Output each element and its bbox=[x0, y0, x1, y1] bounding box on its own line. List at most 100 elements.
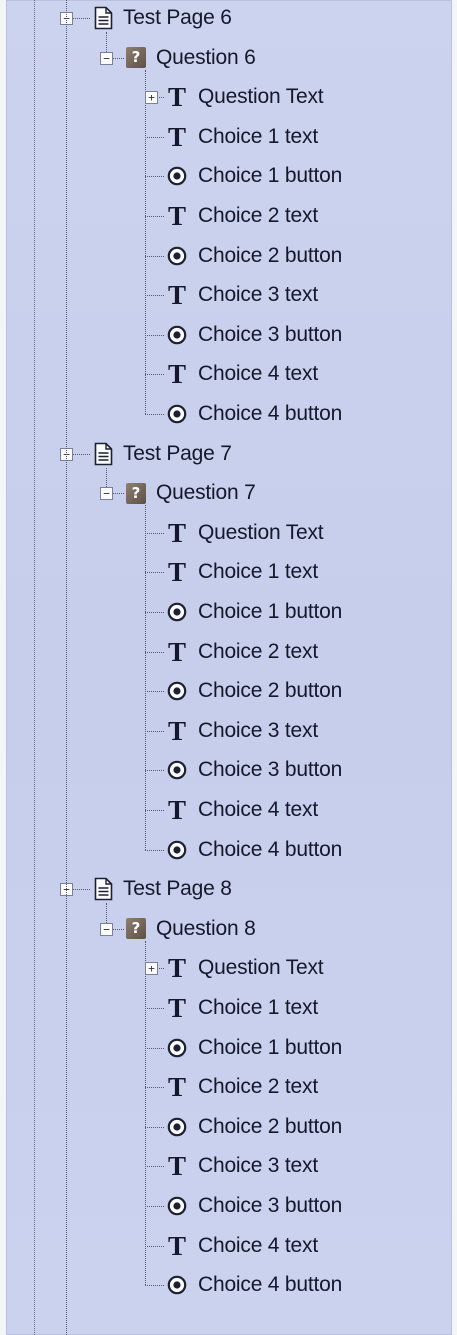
tree-item-text-field-label: Question Text bbox=[198, 956, 324, 980]
radio-button-icon bbox=[166, 165, 188, 187]
question-icon: ? bbox=[126, 47, 146, 69]
expand-toggle[interactable]: + bbox=[145, 91, 158, 105]
tree-connector-line bbox=[145, 505, 146, 850]
tree-item-text-field-label: Choice 2 text bbox=[198, 639, 318, 663]
tree-item-radio-button-label: Choice 2 button bbox=[198, 679, 343, 703]
tree-connector-line bbox=[145, 374, 164, 376]
tree-item-radio-button[interactable]: Choice 1 button bbox=[166, 594, 342, 630]
tree-connector-line bbox=[145, 414, 164, 415]
tree-item-radio-button[interactable]: Choice 2 button bbox=[166, 1109, 342, 1145]
radio-button-icon bbox=[166, 759, 188, 781]
text-icon: T bbox=[167, 517, 186, 548]
tree-item-radio-button[interactable]: Choice 2 button bbox=[166, 673, 342, 709]
tree-item-text-field-label: Choice 4 text bbox=[198, 362, 318, 386]
tree-item-text-field-label: Choice 4 text bbox=[198, 798, 318, 821]
tree-connector-line bbox=[145, 1166, 164, 1168]
tree-item-text-field-label: Choice 4 text bbox=[198, 1233, 318, 1257]
tree-item-text-field[interactable]: T Choice 3 text bbox=[166, 1148, 318, 1184]
tree-connector-line bbox=[66, 0, 67, 1335]
tree-item-text-field-label: Choice 3 text bbox=[198, 283, 318, 307]
tree-item-radio-button[interactable]: Choice 1 button bbox=[166, 1030, 342, 1066]
tree-item-text-field[interactable]: T Choice 2 text bbox=[166, 1069, 318, 1105]
tree-connector-line bbox=[145, 69, 146, 414]
tree-item-radio-button[interactable]: Choice 4 button bbox=[166, 832, 342, 868]
tree-item-radio-button[interactable]: Choice 4 button bbox=[166, 396, 342, 432]
tree-item-radio-button[interactable]: Choice 4 button bbox=[166, 1267, 342, 1303]
tree-item-page[interactable]: Test Page 6 bbox=[94, 0, 232, 36]
tree-item-text-field-label: Choice 2 text bbox=[198, 204, 318, 227]
tree-item-text-field[interactable]: T Choice 2 text bbox=[166, 634, 318, 670]
tree-connector-line bbox=[145, 810, 164, 811]
tree-item-text-field[interactable]: T Question Text bbox=[166, 950, 324, 986]
collapse-toggle[interactable]: − bbox=[100, 487, 113, 501]
text-icon: T bbox=[167, 201, 186, 231]
tree-connector-line bbox=[145, 651, 164, 653]
tree-item-text-field[interactable]: T Choice 4 text bbox=[166, 792, 318, 828]
question-icon: ? bbox=[126, 918, 146, 940]
radio-button-icon bbox=[166, 324, 188, 346]
tree-item-radio-button[interactable]: Choice 3 button bbox=[166, 1188, 342, 1224]
tree-item-question-label: Question 6 bbox=[156, 45, 256, 69]
tree-item-page[interactable]: Test Page 7 bbox=[94, 436, 232, 472]
tree-item-question-label: Question 7 bbox=[156, 481, 256, 505]
collapse-toggle[interactable]: − bbox=[100, 922, 113, 936]
text-icon: T bbox=[167, 280, 186, 311]
tree-item-radio-button-label: Choice 3 button bbox=[198, 322, 343, 346]
tree-connector-line bbox=[145, 136, 164, 138]
tree-item-page[interactable]: Test Page 8 bbox=[94, 871, 232, 907]
text-icon: T bbox=[167, 557, 186, 588]
tree-item-text-field-label: Choice 1 text bbox=[198, 124, 318, 148]
tree-item-text-field[interactable]: T Choice 4 text bbox=[166, 1228, 318, 1264]
tree-item-text-field[interactable]: T Question Text bbox=[166, 79, 324, 115]
tree-item-text-field-label: Choice 2 text bbox=[198, 1075, 318, 1099]
tree-item-page-label: Test Page 7 bbox=[123, 441, 232, 465]
text-icon: T bbox=[167, 1230, 186, 1261]
tree-connector-line bbox=[145, 1047, 164, 1049]
tree-item-radio-button-label: Choice 2 button bbox=[198, 1114, 343, 1138]
tree-item-text-field[interactable]: T Choice 3 text bbox=[166, 713, 318, 749]
tree-connector-line bbox=[145, 1126, 164, 1128]
text-icon: T bbox=[167, 121, 186, 152]
tree-item-radio-button[interactable]: Choice 3 button bbox=[166, 317, 342, 353]
tree-item-text-field[interactable]: T Choice 3 text bbox=[166, 277, 318, 313]
tree-item-text-field[interactable]: T Choice 1 text bbox=[166, 990, 318, 1026]
tree-item-radio-button-label: Choice 3 button bbox=[198, 758, 343, 782]
expand-toggle[interactable]: + bbox=[145, 962, 158, 976]
tree-item-radio-button[interactable]: Choice 2 button bbox=[166, 238, 342, 274]
tree-item-radio-button[interactable]: Choice 1 button bbox=[166, 158, 342, 194]
text-icon: T bbox=[167, 82, 186, 113]
tree-item-text-field[interactable]: T Choice 4 text bbox=[166, 356, 318, 392]
tree-item-text-field[interactable]: T Choice 1 text bbox=[166, 119, 318, 155]
tree-connector-line bbox=[145, 1087, 164, 1089]
tree-item-text-field-label: Question Text bbox=[198, 85, 324, 109]
tree-item-page-label: Test Page 8 bbox=[123, 877, 232, 901]
page-icon bbox=[94, 442, 113, 466]
radio-button-icon bbox=[166, 680, 188, 702]
collapse-toggle[interactable]: − bbox=[100, 51, 113, 65]
tree-connector-line bbox=[145, 940, 146, 1286]
tree-connector-line bbox=[145, 770, 164, 772]
tree-item-text-field[interactable]: T Choice 1 text bbox=[166, 554, 318, 590]
tree-item-radio-button-label: Choice 4 button bbox=[198, 402, 343, 425]
tree-item-radio-button-label: Choice 3 button bbox=[198, 1194, 343, 1217]
tree-connector-line bbox=[145, 532, 164, 534]
tree-connector-line bbox=[145, 295, 164, 297]
tree-item-text-field[interactable]: T Question Text bbox=[166, 515, 324, 551]
tree-item-text-field-label: Choice 3 text bbox=[198, 718, 318, 742]
tree-item-radio-button-label: Choice 2 button bbox=[198, 243, 343, 267]
text-icon: T bbox=[167, 993, 186, 1023]
tree-connector-line bbox=[145, 849, 164, 851]
tree-connector-line bbox=[145, 1206, 164, 1207]
tree-item-radio-button-label: Choice 4 button bbox=[198, 1273, 343, 1297]
outline-tree-panel: − Test Page 6 −? Question 6 + T Question Text T… bbox=[6, 0, 452, 1335]
tree-item-question-label: Question 8 bbox=[156, 916, 256, 940]
tree-item-text-field[interactable]: T Choice 2 text bbox=[166, 198, 318, 234]
tree-item-radio-button[interactable]: Choice 3 button bbox=[166, 752, 342, 788]
tree-connector-line bbox=[145, 1285, 164, 1287]
tree-connector-line bbox=[145, 1008, 164, 1009]
tree-item-text-field-label: Choice 1 text bbox=[198, 560, 318, 584]
tree-connector-line bbox=[145, 176, 164, 178]
tree-connector-line bbox=[145, 216, 164, 217]
tree-connector-line bbox=[145, 255, 164, 257]
radio-button-icon bbox=[166, 601, 188, 623]
